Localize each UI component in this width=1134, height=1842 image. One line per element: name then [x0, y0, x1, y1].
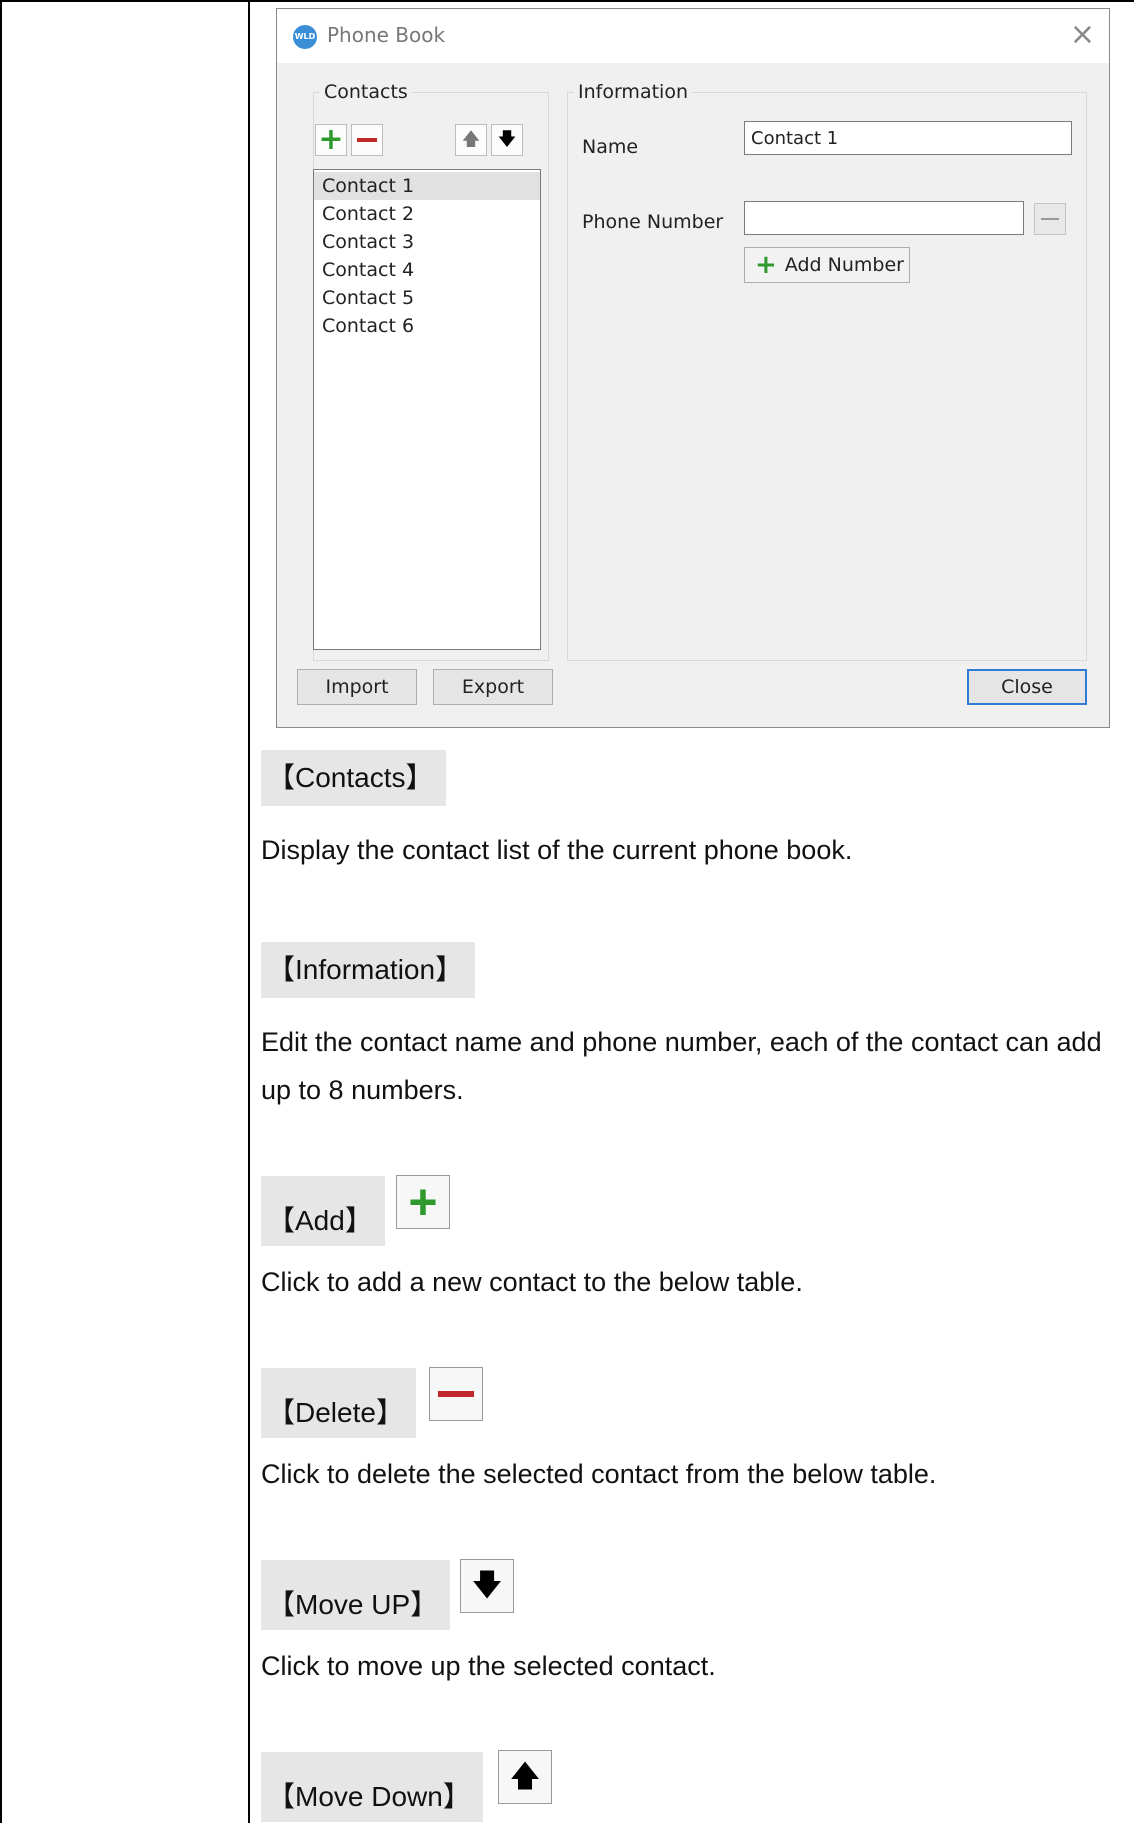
phone-book-dialog: WLD Phone Book × Contacts + 🡅 🡇 Contact …: [276, 8, 1110, 728]
close-icon[interactable]: ×: [1070, 17, 1095, 53]
add-description: Click to add a new contact to the below …: [261, 1267, 803, 1297]
plus-icon: +: [318, 122, 344, 157]
name-input[interactable]: [744, 121, 1072, 155]
name-label: Name: [582, 136, 639, 158]
move-up-description: Click to move up the selected contact.: [261, 1651, 716, 1681]
delete-icon-sample: [429, 1367, 483, 1421]
minus-icon: [1041, 218, 1059, 220]
delete-heading: 【Delete】: [261, 1368, 416, 1438]
delete-description: Click to delete the selected contact fro…: [261, 1459, 937, 1489]
move-down-icon-sample: 🡅: [498, 1750, 552, 1804]
arrow-down-icon: 🡇: [497, 129, 517, 150]
contact-list-item[interactable]: Contact 1: [314, 172, 540, 200]
dialog-title: Phone Book: [327, 23, 446, 47]
plus-icon: +: [408, 1174, 438, 1230]
import-button[interactable]: Import: [297, 669, 417, 705]
remove-number-button[interactable]: [1034, 203, 1066, 235]
plus-icon: +: [755, 250, 777, 280]
contact-list-item[interactable]: Contact 4: [314, 256, 540, 284]
close-button[interactable]: Close: [967, 669, 1087, 705]
phone-number-label: Phone Number: [582, 211, 724, 233]
move-up-button[interactable]: 🡅: [455, 124, 487, 156]
phone-number-input[interactable]: [744, 201, 1024, 235]
contacts-heading: 【Contacts】: [261, 750, 446, 806]
arrow-up-icon: 🡅: [509, 1760, 541, 1793]
export-button[interactable]: Export: [433, 669, 553, 705]
minus-icon: [438, 1391, 474, 1397]
arrow-up-icon: 🡅: [461, 129, 481, 150]
contacts-description: Display the contact list of the current …: [261, 835, 853, 865]
contact-list-item[interactable]: Contact 2: [314, 200, 540, 228]
move-up-icon-sample: 🡇: [460, 1559, 514, 1613]
title-bar: WLD Phone Book ×: [277, 9, 1109, 63]
table-left-border: [0, 0, 2, 1823]
add-number-label: Add Number: [784, 254, 904, 276]
add-heading: 【Add】: [261, 1176, 385, 1246]
delete-contact-button[interactable]: [351, 124, 383, 156]
move-down-heading: 【Move Down】: [261, 1752, 483, 1822]
arrow-down-icon: 🡇: [471, 1569, 503, 1602]
information-heading: 【Information】: [261, 942, 476, 998]
app-logo-icon: WLD: [293, 25, 317, 49]
information-description: Edit the contact name and phone number, …: [261, 1027, 1102, 1105]
information-legend: Information: [578, 81, 688, 103]
add-contact-button[interactable]: +: [315, 124, 347, 156]
minus-icon: [357, 138, 377, 142]
contact-list-item[interactable]: Contact 6: [314, 312, 540, 340]
contact-list-item[interactable]: Contact 5: [314, 284, 540, 312]
information-group: Information: [567, 81, 1087, 661]
move-up-heading: 【Move UP】: [261, 1560, 451, 1630]
table-column-divider: [248, 0, 250, 1823]
contact-list-item[interactable]: Contact 3: [314, 228, 540, 256]
add-icon-sample: +: [396, 1175, 450, 1229]
move-down-button[interactable]: 🡇: [491, 124, 523, 156]
contact-list[interactable]: Contact 1 Contact 2 Contact 3 Contact 4 Cont…: [313, 169, 541, 650]
contacts-legend: Contacts: [324, 81, 408, 103]
table-top-border: [0, 0, 1134, 2]
add-number-button[interactable]: + Add Number: [744, 247, 910, 283]
